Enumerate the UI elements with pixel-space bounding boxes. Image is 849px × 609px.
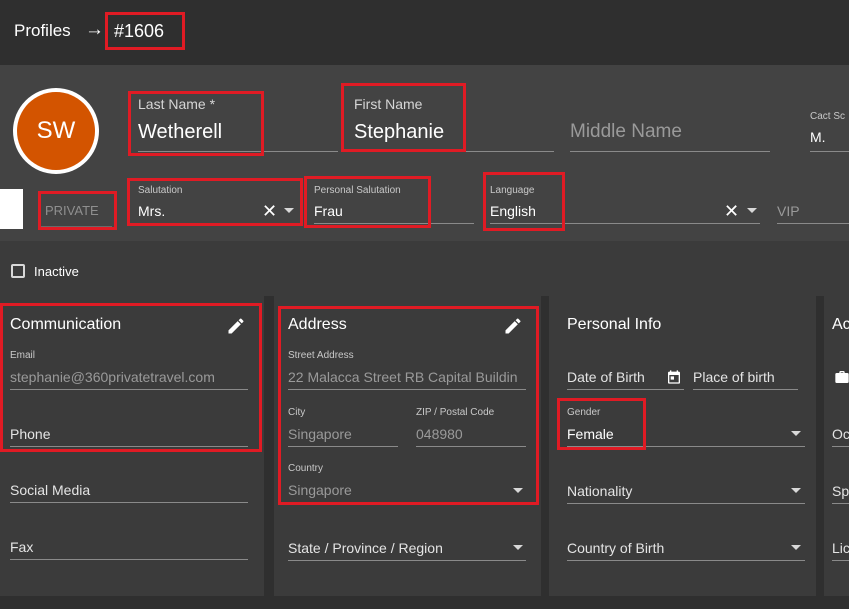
fourth-card-field[interactable]: Sp bbox=[832, 483, 849, 499]
divider bbox=[567, 503, 805, 504]
personal-info-title: Personal Info bbox=[567, 316, 662, 333]
highlight-box bbox=[304, 176, 431, 228]
white-tab[interactable] bbox=[0, 189, 23, 229]
divider bbox=[810, 151, 849, 152]
fourth-card-field[interactable]: Oc bbox=[832, 426, 849, 442]
divider bbox=[570, 151, 770, 152]
highlight-box bbox=[105, 12, 185, 50]
divider bbox=[567, 560, 805, 561]
calendar-icon[interactable] bbox=[666, 369, 682, 385]
chevron-down-icon[interactable] bbox=[791, 431, 801, 436]
contact-short-label: Cact Sc bbox=[810, 111, 846, 122]
card-gap bbox=[541, 296, 549, 596]
middle-name-field[interactable]: Middle Name bbox=[570, 121, 682, 143]
inactive-checkbox[interactable] bbox=[11, 264, 25, 278]
arrow-right-icon: → bbox=[85, 19, 104, 40]
divider bbox=[777, 223, 849, 224]
briefcase-icon bbox=[835, 371, 849, 383]
divider bbox=[10, 559, 248, 560]
divider bbox=[832, 503, 849, 504]
divider bbox=[832, 446, 849, 447]
highlight-box bbox=[0, 303, 262, 452]
chevron-down-icon[interactable] bbox=[791, 545, 801, 550]
country-of-birth-select[interactable]: Country of Birth bbox=[567, 540, 664, 556]
chevron-down-icon[interactable] bbox=[747, 208, 757, 213]
fax-field[interactable]: Fax bbox=[10, 539, 33, 555]
divider bbox=[288, 560, 526, 561]
nationality-select[interactable]: Nationality bbox=[567, 483, 632, 499]
chevron-down-icon[interactable] bbox=[513, 545, 523, 550]
inactive-label: Inactive bbox=[34, 264, 79, 279]
contact-short-field[interactable]: M. bbox=[810, 129, 826, 145]
avatar[interactable]: SW bbox=[17, 92, 95, 170]
state-select[interactable]: State / Province / Region bbox=[288, 540, 443, 556]
highlight-box bbox=[483, 172, 565, 231]
fourth-card-field[interactable]: Lic bbox=[832, 540, 849, 556]
highlight-box bbox=[127, 178, 303, 226]
divider bbox=[567, 389, 684, 390]
divider bbox=[832, 560, 849, 561]
fourth-card-title: Ac bbox=[832, 316, 849, 333]
place-of-birth-field[interactable]: Place of birth bbox=[693, 369, 775, 385]
divider bbox=[10, 502, 248, 503]
vip-field[interactable]: VIP bbox=[777, 203, 800, 219]
highlight-box bbox=[128, 91, 264, 156]
date-of-birth-field[interactable]: Date of Birth bbox=[567, 369, 645, 385]
clear-icon[interactable]: ✕ bbox=[724, 202, 739, 220]
highlight-box bbox=[278, 306, 539, 505]
chevron-down-icon[interactable] bbox=[791, 488, 801, 493]
highlight-box bbox=[341, 83, 466, 152]
card-gap bbox=[264, 296, 274, 596]
breadcrumb-profiles[interactable]: Profiles bbox=[14, 21, 71, 41]
highlight-box bbox=[557, 398, 646, 450]
highlight-box bbox=[38, 191, 117, 230]
bottom-gap bbox=[0, 596, 849, 609]
divider bbox=[693, 389, 798, 390]
card-gap bbox=[816, 296, 824, 596]
social-media-field[interactable]: Social Media bbox=[10, 482, 90, 498]
